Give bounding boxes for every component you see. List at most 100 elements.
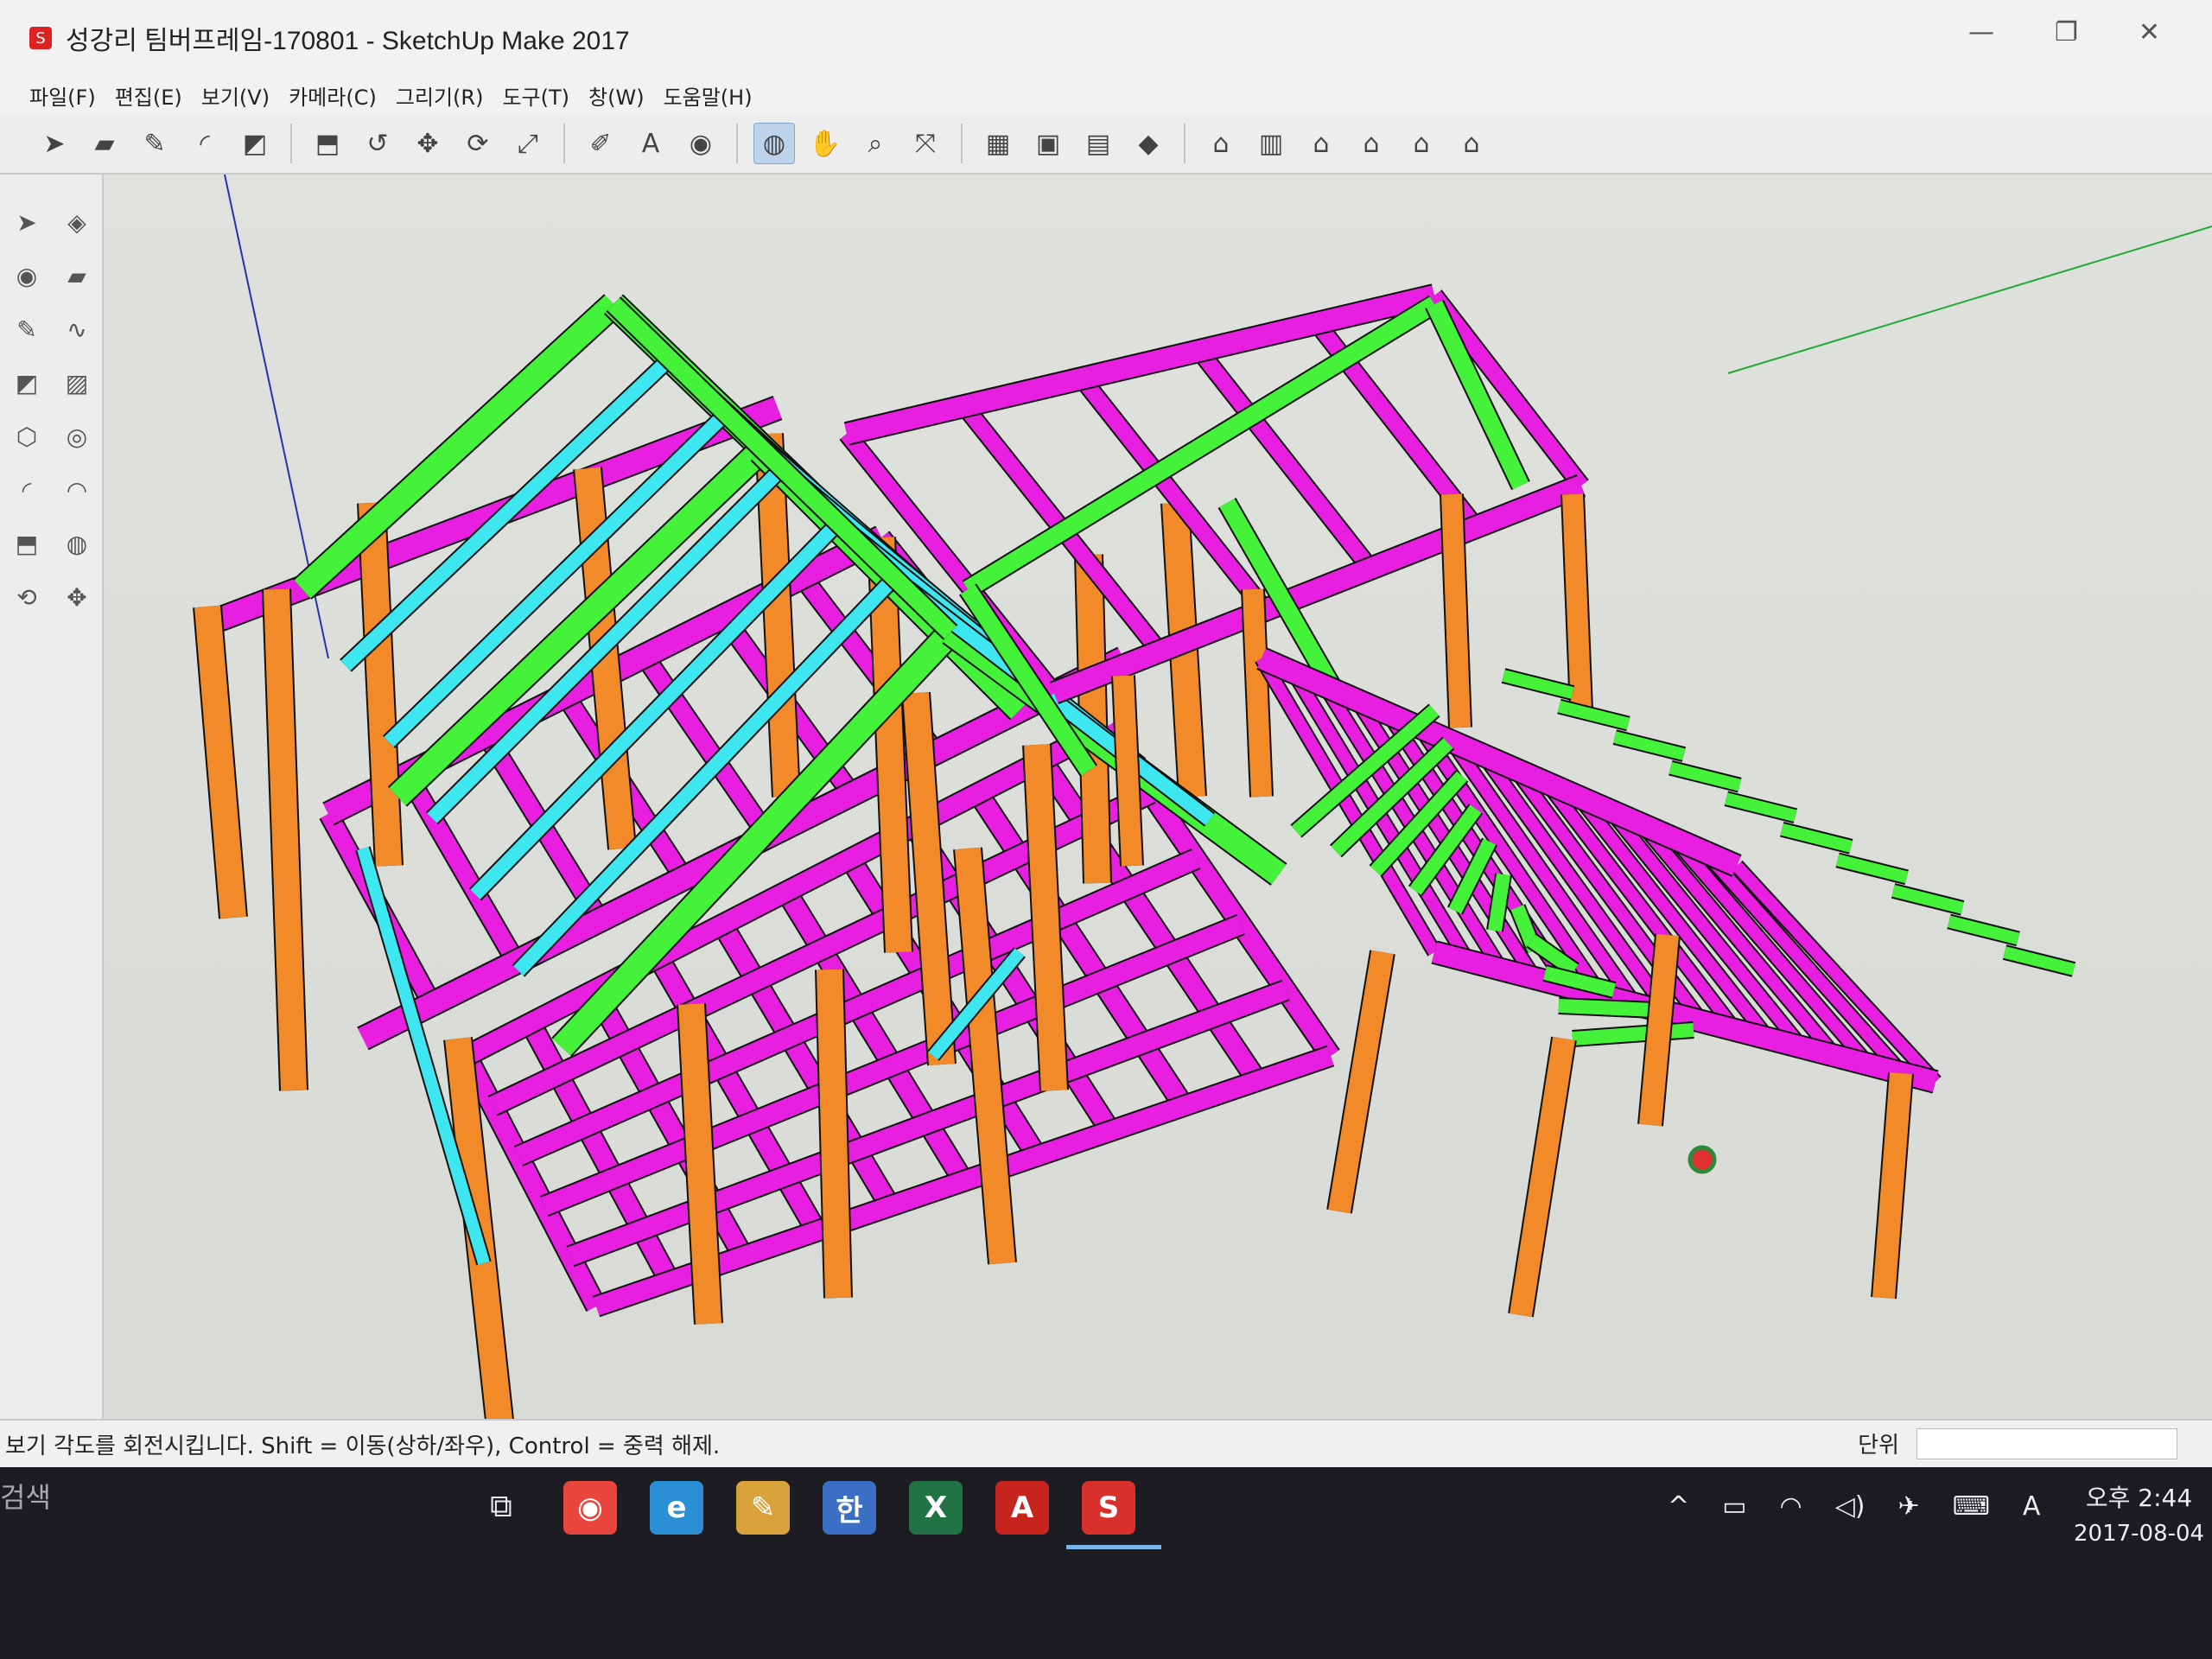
left-tool-12-icon[interactable]: ⬒: [5, 522, 48, 565]
left-tool-11-icon[interactable]: ◠: [55, 468, 99, 512]
wing-post: [1243, 588, 1272, 798]
system-tray: ^ ▭ ◠ ◁) ✈ ⌨ A: [1668, 1491, 2040, 1522]
timber-post: [264, 588, 307, 1091]
taskbar-search[interactable]: 검색: [0, 1476, 51, 1516]
pan-tool-icon[interactable]: ✋: [805, 124, 845, 163]
timber-post: [817, 969, 851, 1299]
measurement-input[interactable]: [1916, 1427, 2177, 1459]
porch-roof-slat: [1557, 700, 1630, 730]
autocad-icon[interactable]: A: [995, 1481, 1049, 1535]
taskbar: 검색 ⧉ ◉ e ✎ 한 X A S ^ ▭ ◠ ◁) ✈ ⌨ A 오후 2:44 2017-08-04: [0, 1467, 2212, 1659]
left-view-icon[interactable]: ⌂: [1452, 124, 1491, 163]
eraser-tool-icon[interactable]: ▰: [85, 124, 124, 163]
internet-explorer-icon[interactable]: e: [650, 1481, 703, 1535]
paint-icon[interactable]: ✎: [736, 1481, 790, 1535]
sketchup-icon[interactable]: S: [1082, 1481, 1135, 1535]
timber-frame-model[interactable]: [104, 174, 2212, 1438]
tray-item-3-icon[interactable]: ◁): [1835, 1491, 1866, 1522]
ruby-tool-icon[interactable]: ◆: [1128, 124, 1168, 163]
menu-draw[interactable]: 그리기(R): [396, 80, 484, 111]
menu-file[interactable]: 파일(F): [29, 80, 96, 111]
menu-tools[interactable]: 도구(T): [502, 80, 569, 111]
porch-post: [1328, 950, 1394, 1214]
left-tool-10-icon[interactable]: ◜: [5, 468, 48, 512]
chrome-icon[interactable]: ◉: [563, 1481, 617, 1535]
timber-post: [955, 847, 1015, 1265]
timber-post: [359, 502, 402, 867]
top-view-icon[interactable]: ▥: [1251, 124, 1291, 163]
push-pull-tool-icon[interactable]: ⬒: [308, 124, 347, 163]
left-tool-14-icon[interactable]: ⟲: [5, 575, 48, 619]
wing-post: [1562, 493, 1592, 711]
back-view-icon[interactable]: ⌂: [1402, 124, 1441, 163]
orbit-tool-icon[interactable]: ◍: [753, 123, 795, 164]
left-tool-2-icon[interactable]: ◉: [5, 254, 48, 297]
porch-roof-slat: [1835, 854, 1909, 884]
left-tool-8-icon[interactable]: ⬡: [5, 415, 48, 458]
layout-tool-icon[interactable]: ▤: [1078, 124, 1118, 163]
move-tool-icon[interactable]: ✥: [408, 124, 448, 163]
left-tool-5-icon[interactable]: ∿: [55, 308, 99, 351]
left-tool-3-icon[interactable]: ▰: [55, 254, 99, 297]
offset-tool-icon[interactable]: ↺: [358, 124, 397, 163]
menu-camera[interactable]: 카메라(C): [289, 80, 377, 111]
tray-item-6-icon[interactable]: A: [2023, 1491, 2041, 1522]
timber-post: [1024, 744, 1067, 1091]
porch-roof-slat: [2003, 946, 2075, 976]
extension-tool-icon[interactable]: ▣: [1028, 124, 1068, 163]
close-button[interactable]: ✕: [2139, 17, 2160, 48]
left-tool-1-icon[interactable]: ◈: [55, 200, 99, 244]
excel-icon[interactable]: X: [909, 1481, 963, 1535]
model-viewport[interactable]: [104, 174, 2212, 1438]
title-bar: S 성강리 팀버프레임-170801 - SketchUp Make 2017 …: [0, 0, 2212, 76]
menu-view[interactable]: 보기(V): [201, 80, 270, 111]
porch-rafter: [1488, 873, 1510, 932]
tray-item-5-icon[interactable]: ⌨: [1953, 1491, 1990, 1522]
status-bar: 보기 각도를 회전시킵니다. Shift = 이동(상하/좌우), Contro…: [0, 1419, 2212, 1467]
zoom-extents-tool-icon[interactable]: ⤧: [906, 124, 945, 163]
minimize-button[interactable]: —: [1968, 17, 1994, 48]
left-tool-9-icon[interactable]: ◎: [55, 415, 99, 458]
rotate-tool-icon[interactable]: ⟳: [458, 124, 498, 163]
toolbar-separator: [563, 124, 565, 163]
tray-item-4-icon[interactable]: ✈: [1897, 1491, 1919, 1522]
porch-roof-slat: [1780, 823, 1853, 853]
pencil-line-tool-icon[interactable]: ✎: [135, 124, 175, 163]
left-tool-4-icon[interactable]: ✎: [5, 308, 48, 351]
select-tool-icon[interactable]: ➤: [35, 124, 74, 163]
menu-window[interactable]: 창(W): [588, 80, 645, 111]
wing-post: [1113, 675, 1142, 867]
left-tool-0-icon[interactable]: ➤: [5, 200, 48, 244]
zoom-tool-icon[interactable]: ⌕: [855, 124, 895, 163]
text-tool-icon[interactable]: A: [631, 124, 671, 163]
porch-roof-slat: [1891, 885, 1964, 914]
tray-item-0-icon[interactable]: ^: [1668, 1491, 1689, 1522]
paint-bucket-tool-icon[interactable]: ◉: [681, 124, 721, 163]
porch-roof-slat: [1613, 731, 1686, 760]
right-view-icon[interactable]: ⌂: [1351, 124, 1391, 163]
menu-edit[interactable]: 편집(E): [115, 80, 182, 111]
tray-item-1-icon[interactable]: ▭: [1722, 1491, 1746, 1522]
scale-tool-icon[interactable]: ⤢: [508, 124, 548, 163]
porch-rafter: [1558, 999, 1655, 1017]
clock[interactable]: 오후 2:44 2017-08-04: [2074, 1479, 2204, 1547]
porch-roof-slat: [1669, 761, 1742, 791]
left-tool-6-icon[interactable]: ◩: [5, 361, 48, 404]
tape-measure-tool-icon[interactable]: ✐: [581, 124, 620, 163]
rectangle-tool-icon[interactable]: ◩: [235, 124, 275, 163]
iso-view-icon[interactable]: ⌂: [1201, 124, 1241, 163]
warehouse-tool-icon[interactable]: ▦: [978, 124, 1018, 163]
maximize-button[interactable]: ❐: [2055, 17, 2078, 48]
tray-item-2-icon[interactable]: ◠: [1780, 1491, 1802, 1522]
left-tool-13-icon[interactable]: ◍: [55, 522, 99, 565]
menu-help[interactable]: 도움말(H): [664, 80, 753, 111]
task-view-icon[interactable]: ⧉: [480, 1486, 522, 1528]
hwp-icon[interactable]: 한: [823, 1481, 876, 1535]
arc-tool-icon[interactable]: ◜: [185, 124, 225, 163]
orbit-cursor-icon: [1688, 1145, 1717, 1174]
window-title: 성강리 팀버프레임-170801 - SketchUp Make 2017: [66, 27, 630, 55]
main-toolbar: ➤ ▰ ✎ ◜ ◩ ⬒ ↺ ✥ ⟳ ⤢ ✐ A ◉ ◍ ✋ ⌕ ⤧ ▦ ▣ ▤ ◆ ⌂ ▥ ⌂ ⌂ ⌂ ⌂: [0, 114, 2212, 175]
left-tool-7-icon[interactable]: ▨: [55, 361, 99, 404]
left-tool-15-icon[interactable]: ✥: [55, 575, 99, 619]
front-view-icon[interactable]: ⌂: [1301, 124, 1341, 163]
